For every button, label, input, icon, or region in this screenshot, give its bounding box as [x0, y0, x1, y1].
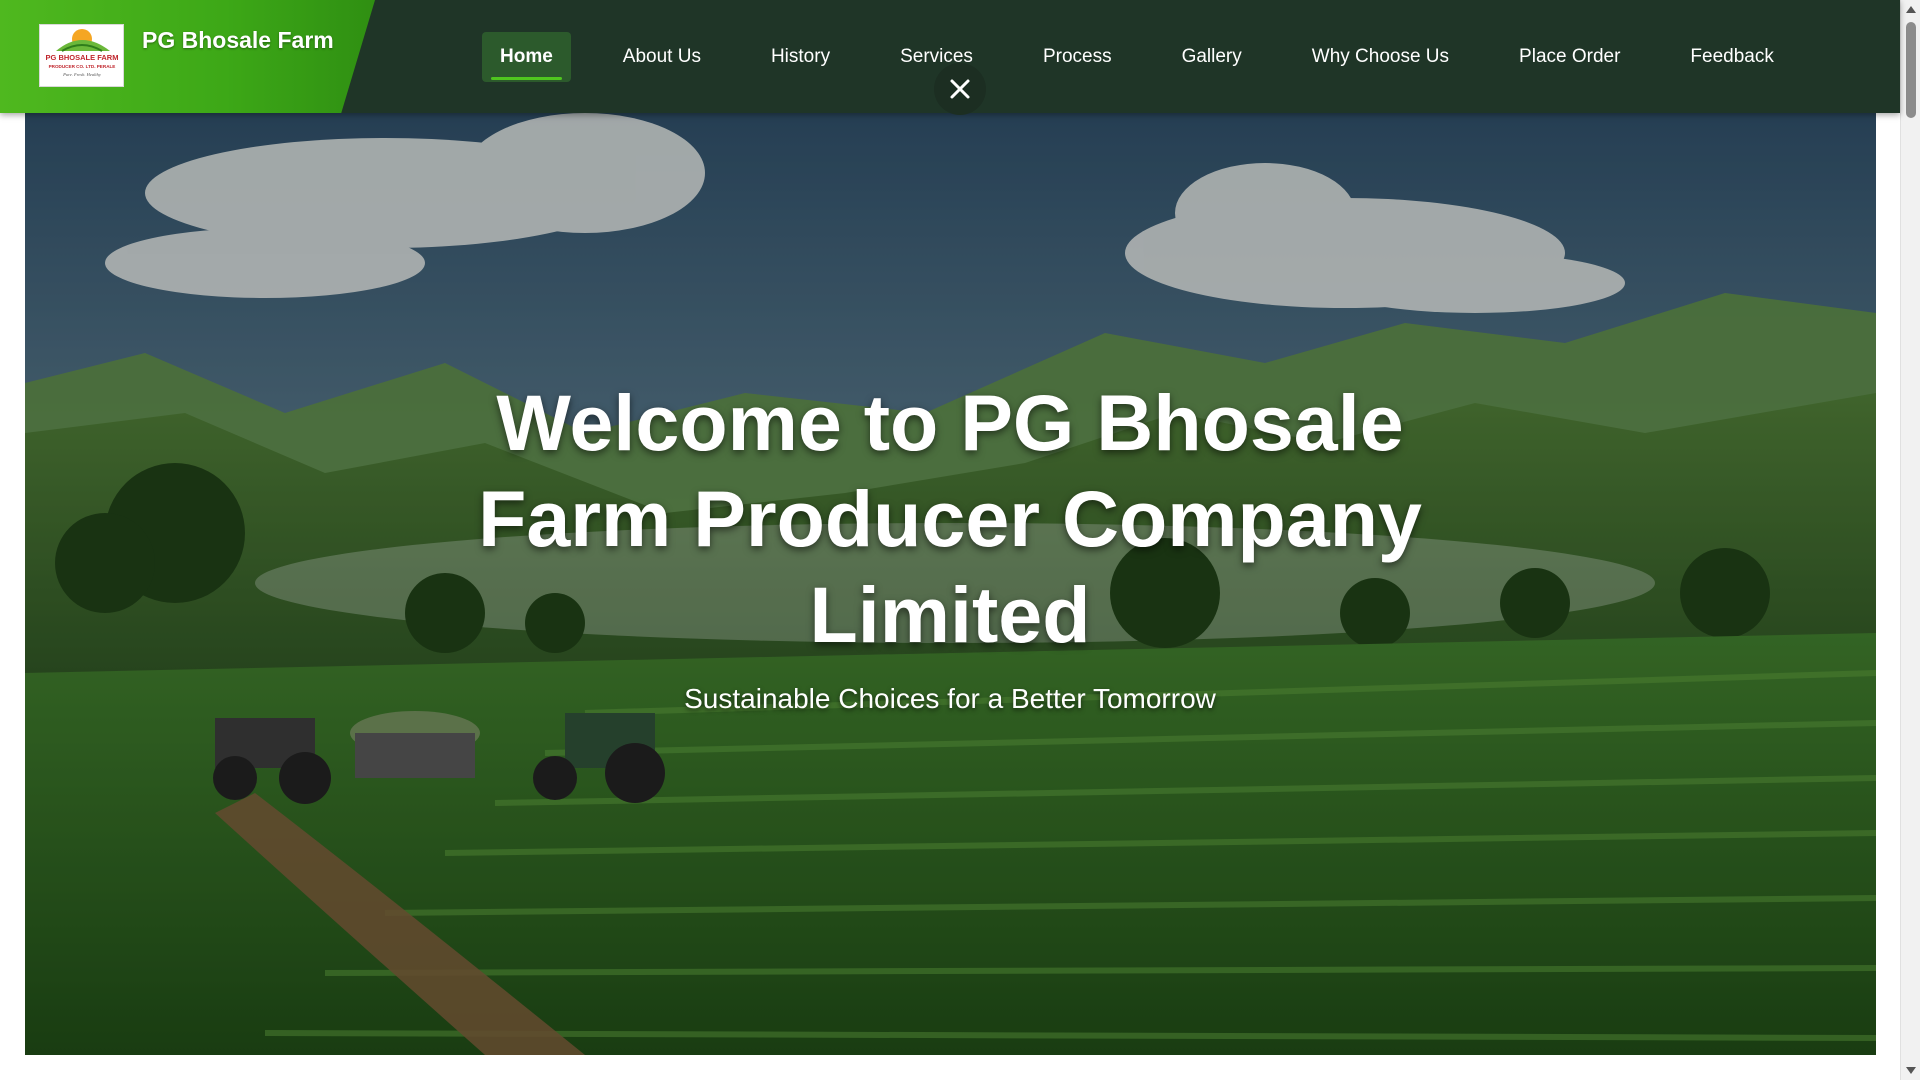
brand-logo-image: PG BHOSALE FARM PRODUCER CO. LTD. PERALE… — [46, 29, 119, 77]
brand-logo[interactable]: PG BHOSALE FARM PRODUCER CO. LTD. PERALE… — [39, 24, 124, 87]
scrollbar-thumb[interactable] — [1906, 22, 1916, 118]
nav-home[interactable]: Home — [482, 32, 571, 82]
close-icon — [950, 79, 970, 99]
nav-history[interactable]: History — [753, 32, 848, 82]
nav-about-us[interactable]: About Us — [605, 32, 719, 82]
hero-banner: Welcome to PG Bhosale Farm Producer Comp… — [25, 113, 1876, 1055]
nav-why-choose-us[interactable]: Why Choose Us — [1294, 32, 1467, 82]
logo-subtext: PRODUCER CO. LTD. PERALE — [49, 64, 116, 69]
logo-tagline: Pure. Fresh. Healthy — [62, 72, 101, 77]
page-scrollbar[interactable] — [1900, 0, 1920, 1080]
nav-place-order[interactable]: Place Order — [1501, 32, 1638, 82]
hero-title: Welcome to PG Bhosale Farm Producer Comp… — [478, 378, 1422, 659]
nav-process[interactable]: Process — [1025, 32, 1130, 82]
hero-subtitle: Sustainable Choices for a Better Tomorro… — [684, 683, 1216, 714]
brand-block[interactable]: PG BHOSALE FARM PRODUCER CO. LTD. PERALE… — [0, 0, 375, 113]
close-button[interactable] — [934, 63, 986, 115]
brand-name[interactable]: PG Bhosale Farm — [142, 27, 342, 54]
scroll-down-icon[interactable] — [1906, 1067, 1916, 1074]
scroll-up-icon[interactable] — [1906, 6, 1916, 13]
nav-gallery[interactable]: Gallery — [1164, 32, 1260, 82]
nav-feedback[interactable]: Feedback — [1672, 32, 1791, 82]
logo-text: PG BHOSALE FARM — [46, 53, 119, 62]
main-nav: Home About Us History Services Process G… — [482, 31, 1826, 83]
